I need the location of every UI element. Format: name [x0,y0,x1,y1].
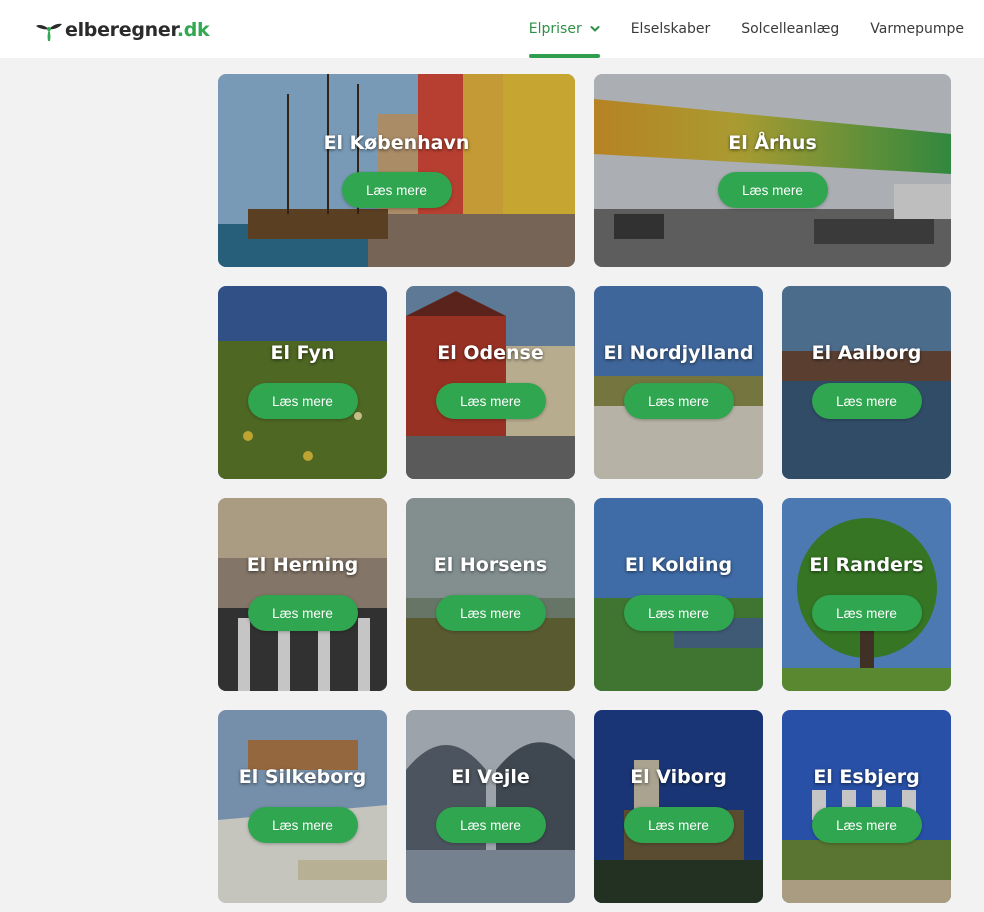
card-title: El Viborg [630,766,727,788]
city-card-kobenhavn[interactable]: El København Læs mere [218,74,575,267]
city-card-arhus[interactable]: El Århus Læs mere [594,74,951,267]
city-card-herning[interactable]: El Herning Læs mere [218,498,387,691]
city-card-nordjylland[interactable]: El Nordjylland Læs mere [594,286,763,479]
city-card-grid: El København Læs mere El Århus Læs mere [218,74,952,903]
card-title: El Nordjylland [603,342,754,364]
logo-text: elberegner.dk [65,19,210,41]
card-title: El Fyn [270,342,335,364]
card-title: El Vejle [451,766,530,788]
card-title: El Århus [728,132,817,154]
city-card-odense[interactable]: El Odense Læs mere [406,286,575,479]
card-title: El København [323,132,470,154]
card-title: El Odense [437,342,544,364]
city-card-silkeborg[interactable]: El Silkeborg Læs mere [218,710,387,903]
read-more-button[interactable]: Læs mere [341,172,452,208]
read-more-button[interactable]: Læs mere [435,595,546,631]
city-card-randers[interactable]: El Randers Læs mere [782,498,951,691]
nav-item-label: Solcelleanlæg [741,21,840,37]
chevron-down-icon [590,26,600,32]
read-more-button[interactable]: Læs mere [247,595,358,631]
city-card-fyn[interactable]: El Fyn Læs mere [218,286,387,479]
city-card-horsens[interactable]: El Horsens Læs mere [406,498,575,691]
read-more-button[interactable]: Læs mere [435,807,546,843]
card-title: El Randers [809,554,924,576]
read-more-button[interactable]: Læs mere [247,383,358,419]
site-logo[interactable]: elberegner.dk [34,14,210,46]
card-title: El Esbjerg [813,766,920,788]
nav-item-label: Varmepumpe [870,21,964,37]
nav-item-varmepumpe[interactable]: Varmepumpe [870,0,964,58]
read-more-button[interactable]: Læs mere [435,383,546,419]
card-title: El Herning [246,554,359,576]
city-card-kolding[interactable]: El Kolding Læs mere [594,498,763,691]
city-card-esbjerg[interactable]: El Esbjerg Læs mere [782,710,951,903]
card-title: El Silkeborg [238,766,367,788]
card-title: El Kolding [624,554,733,576]
read-more-button[interactable]: Læs mere [717,172,828,208]
card-title: El Horsens [433,554,548,576]
read-more-button[interactable]: Læs mere [811,383,922,419]
city-card-viborg[interactable]: El Viborg Læs mere [594,710,763,903]
nav-item-elselskaber[interactable]: Elselskaber [631,0,711,58]
read-more-button[interactable]: Læs mere [811,595,922,631]
wind-turbine-icon [36,23,62,41]
active-nav-indicator [528,54,600,58]
main-nav: Elpriser Elselskaber Solcelleanlæg Varme… [498,0,964,58]
card-title: El Aalborg [811,342,922,364]
nav-item-label: Elselskaber [630,21,711,37]
nav-item-elpriser[interactable]: Elpriser [528,0,600,58]
nav-item-solcelleanlaeg[interactable]: Solcelleanlæg [741,0,839,58]
read-more-button[interactable]: Læs mere [623,383,734,419]
read-more-button[interactable]: Læs mere [623,807,734,843]
site-header: elberegner.dk Elpriser Elselskaber Solce… [0,0,984,58]
read-more-button[interactable]: Læs mere [811,807,922,843]
city-card-vejle[interactable]: El Vejle Læs mere [406,710,575,903]
nav-item-label: Elpriser [528,21,582,37]
read-more-button[interactable]: Læs mere [623,595,734,631]
read-more-button[interactable]: Læs mere [247,807,358,843]
city-card-aalborg[interactable]: El Aalborg Læs mere [782,286,951,479]
